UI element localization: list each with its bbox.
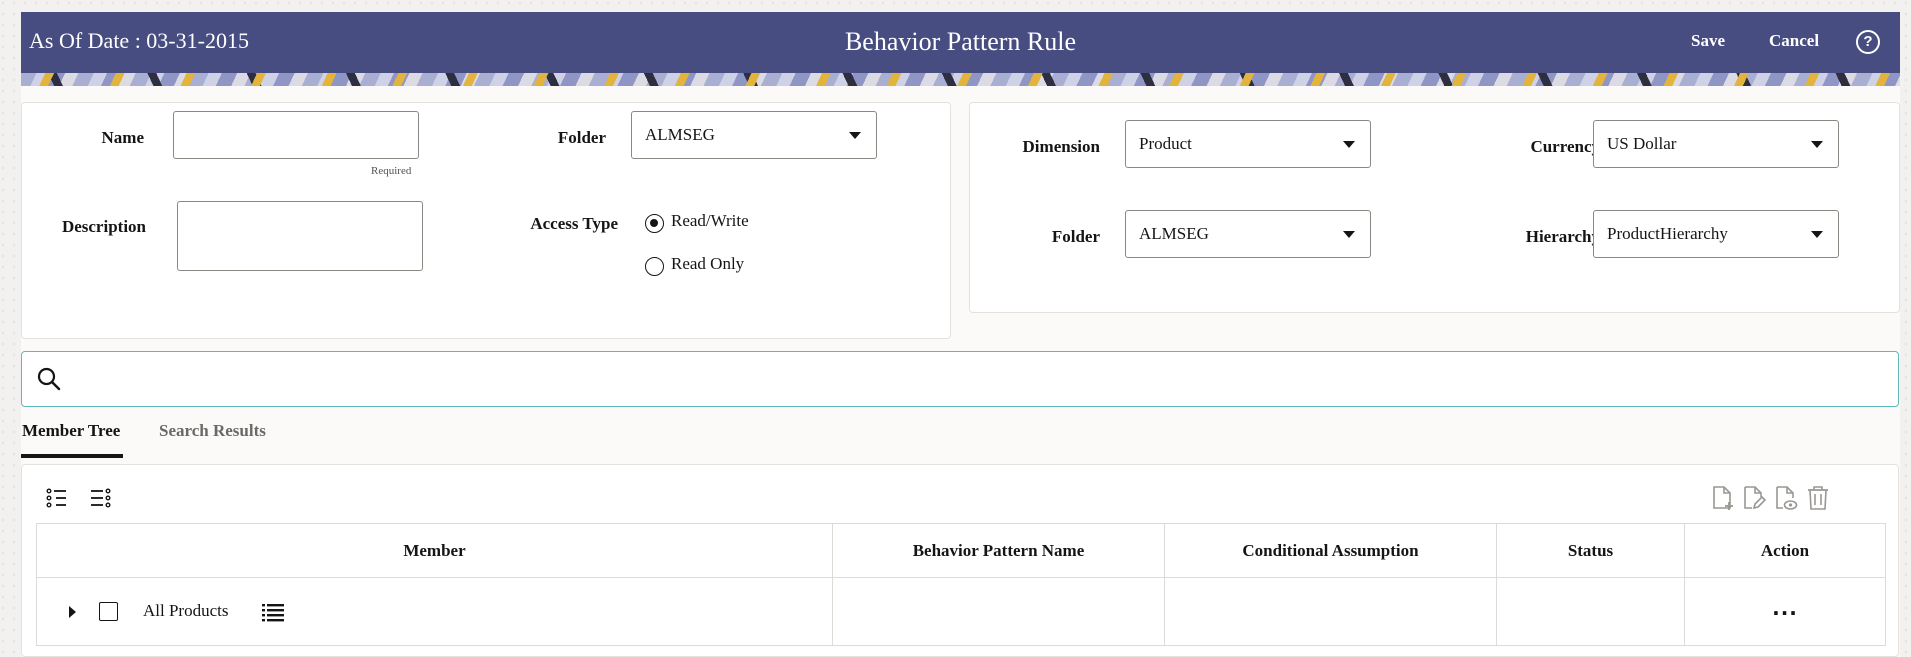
member-tree-panel: Member Behavior Pattern Name Conditional… bbox=[21, 464, 1899, 657]
name-label: Name bbox=[101, 128, 144, 147]
radio-unselected-icon bbox=[645, 257, 664, 276]
status-cell bbox=[1496, 577, 1685, 646]
folder-label-right: Folder bbox=[1051, 227, 1100, 246]
row-checkbox[interactable] bbox=[99, 602, 118, 621]
expand-caret-icon[interactable] bbox=[69, 606, 76, 618]
member-details-list-icon[interactable] bbox=[261, 602, 285, 622]
name-input[interactable] bbox=[173, 111, 419, 159]
dimension-label: Dimension bbox=[1022, 137, 1100, 156]
save-button[interactable]: Save bbox=[1691, 31, 1725, 51]
member-cell: All Products bbox=[36, 577, 833, 646]
hierarchy-select[interactable]: ProductHierarchy bbox=[1593, 210, 1839, 258]
edit-icon[interactable] bbox=[1742, 485, 1766, 511]
access-type-label: Access Type bbox=[530, 214, 618, 233]
column-header-status: Status bbox=[1496, 523, 1685, 578]
main-frame: As Of Date : 03-31-2015 Behavior Pattern… bbox=[21, 12, 1900, 657]
description-label: Description bbox=[61, 217, 146, 236]
search-icon[interactable] bbox=[36, 366, 62, 392]
radio-label: Read/Write bbox=[671, 211, 749, 230]
currency-label: Currency bbox=[1530, 137, 1600, 156]
member-search-bar[interactable] bbox=[21, 351, 1899, 407]
table-row[interactable]: All Products ... bbox=[36, 577, 1886, 646]
tab-search-results[interactable]: Search Results bbox=[159, 421, 266, 441]
column-header-action: Action bbox=[1684, 523, 1886, 578]
column-header-conditional-assumption: Conditional Assumption bbox=[1164, 523, 1497, 578]
view-icon[interactable] bbox=[1774, 485, 1798, 511]
tab-member-tree[interactable]: Member Tree bbox=[22, 421, 120, 441]
member-name: All Products bbox=[143, 601, 229, 620]
column-header-member: Member bbox=[36, 523, 833, 578]
chevron-down-icon bbox=[849, 132, 861, 139]
chevron-down-icon bbox=[1811, 231, 1823, 238]
active-tab-indicator bbox=[21, 454, 123, 458]
description-input[interactable] bbox=[177, 201, 423, 271]
member-tree-table: Member Behavior Pattern Name Conditional… bbox=[36, 523, 1886, 646]
app-header: As Of Date : 03-31-2015 Behavior Pattern… bbox=[21, 12, 1900, 73]
folder-select-right-value: ALMSEG bbox=[1139, 224, 1209, 243]
currency-select[interactable]: US Dollar bbox=[1593, 120, 1839, 168]
cancel-button[interactable]: Cancel bbox=[1769, 31, 1819, 51]
chevron-down-icon bbox=[1811, 141, 1823, 148]
radio-selected-icon bbox=[645, 214, 664, 233]
folder-select[interactable]: ALMSEG bbox=[631, 111, 877, 159]
help-icon[interactable]: ? bbox=[1856, 30, 1880, 54]
radio-label: Read Only bbox=[671, 254, 745, 273]
behavior-pattern-name-cell bbox=[832, 577, 1165, 646]
chevron-down-icon bbox=[1343, 231, 1355, 238]
dimension-select[interactable]: Product bbox=[1125, 120, 1371, 168]
more-actions-icon[interactable]: ... bbox=[1772, 596, 1798, 620]
folder-select-value: ALMSEG bbox=[645, 125, 715, 144]
dimension-select-value: Product bbox=[1139, 134, 1192, 153]
hierarchy-select-value: ProductHierarchy bbox=[1607, 224, 1728, 243]
delete-icon[interactable] bbox=[1806, 485, 1830, 511]
collapse-all-icon[interactable] bbox=[90, 487, 112, 509]
column-header-behavior-pattern-name: Behavior Pattern Name bbox=[832, 523, 1165, 578]
as-of-date: As Of Date : 03-31-2015 bbox=[29, 28, 249, 53]
add-icon[interactable] bbox=[1711, 485, 1735, 511]
rule-details-panel: Name Required Description Folder ALMSEG … bbox=[21, 102, 951, 339]
page-title: Behavior Pattern Rule bbox=[844, 27, 1077, 56]
required-hint: Required bbox=[371, 165, 412, 177]
dimension-panel: Dimension Product Currency US Dollar Fol… bbox=[969, 102, 1900, 313]
chevron-down-icon bbox=[1343, 141, 1355, 148]
folder-label: Folder bbox=[557, 128, 606, 147]
action-cell: ... bbox=[1684, 577, 1886, 646]
table-header-row: Member Behavior Pattern Name Conditional… bbox=[36, 523, 1886, 578]
folder-select-right[interactable]: ALMSEG bbox=[1125, 210, 1371, 258]
header-banner bbox=[21, 73, 1900, 86]
expand-all-icon[interactable] bbox=[46, 487, 68, 509]
search-input[interactable] bbox=[74, 362, 1874, 396]
currency-select-value: US Dollar bbox=[1607, 134, 1677, 153]
hierarchy-label: Hierarchy bbox=[1525, 227, 1600, 246]
conditional-assumption-cell bbox=[1164, 577, 1497, 646]
